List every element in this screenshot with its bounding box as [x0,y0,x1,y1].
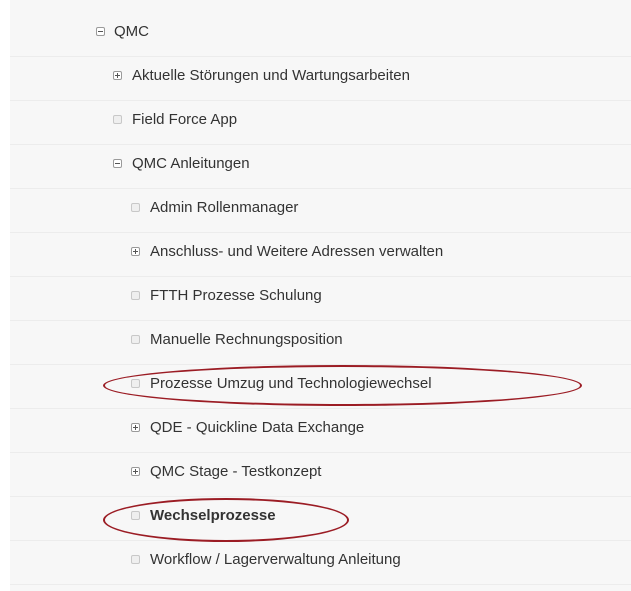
tree-node-admin-rollenmanager[interactable]: Admin Rollenmanager [10,188,631,233]
tree-node-qde-quickline[interactable]: QDE - Quickline Data Exchange [10,408,631,453]
tree-node-label[interactable]: Admin Rollenmanager [150,199,298,217]
tree-node-prozesse-umzug[interactable]: Prozesse Umzug und Technologiewechsel [10,364,631,409]
leaf-node-icon [113,115,122,124]
collapse-minus-icon[interactable] [113,159,122,168]
leaf-node-icon [131,555,140,564]
tree-node-field-force-app[interactable]: Field Force App [10,100,631,145]
tree-node-label[interactable]: Manuelle Rechnungsposition [150,331,343,349]
expand-plus-icon[interactable] [131,247,140,256]
tree-node-label[interactable]: Anschluss- und Weitere Adressen verwalte… [150,243,443,261]
tree-node-wechselprozesse[interactable]: Wechselprozesse [10,496,631,541]
expand-plus-icon[interactable] [131,423,140,432]
expand-plus-icon[interactable] [113,71,122,80]
tree-node-label[interactable]: Wechselprozesse [150,507,276,525]
collapse-minus-icon[interactable] [96,27,105,36]
expand-plus-icon[interactable] [131,467,140,476]
tree-node-label[interactable]: QDE - Quickline Data Exchange [150,419,364,437]
tree-node-label[interactable]: Field Force App [132,111,237,129]
tree-node-workflow-lagerverwaltung[interactable]: Workflow / Lagerverwaltung Anleitung [10,540,631,585]
tree-node-label[interactable]: QMC Stage - Testkonzept [150,463,321,481]
tree-node-label[interactable]: QMC Anleitungen [132,155,250,173]
tree-node-label[interactable]: FTTH Prozesse Schulung [150,287,322,305]
leaf-node-icon [131,335,140,344]
tree-node-manuelle-rechnungsposition[interactable]: Manuelle Rechnungsposition [10,320,631,365]
tree-node-qmc-anleitungen[interactable]: QMC Anleitungen [10,144,631,189]
tree-node-qmc[interactable]: QMC [10,12,631,57]
tree-node-label[interactable]: Aktuelle Störungen und Wartungsarbeiten [132,67,410,85]
leaf-node-icon [131,291,140,300]
tree-node-label[interactable]: Workflow / Lagerverwaltung Anleitung [150,551,401,569]
tree-node-label[interactable]: Prozesse Umzug und Technologiewechsel [150,375,432,393]
tree-node-qmc-stage[interactable]: QMC Stage - Testkonzept [10,452,631,497]
navigation-tree: QMC Aktuelle Störungen und Wartungsarbei… [10,0,631,591]
leaf-node-icon [131,511,140,520]
leaf-node-icon [131,379,140,388]
tree-node-ftth-prozesse[interactable]: FTTH Prozesse Schulung [10,276,631,321]
tree-node-label[interactable]: QMC [114,23,149,41]
tree-node-aktuelle-stoerungen[interactable]: Aktuelle Störungen und Wartungsarbeiten [10,56,631,101]
leaf-node-icon [131,203,140,212]
tree-node-anschluss-adressen[interactable]: Anschluss- und Weitere Adressen verwalte… [10,232,631,277]
left-margin [0,0,10,591]
